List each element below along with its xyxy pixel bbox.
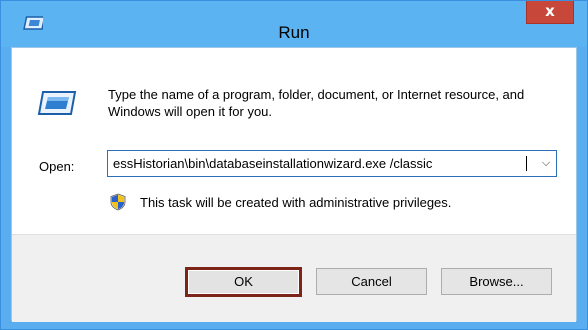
description-text: Type the name of a program, folder, docu… <box>108 87 525 119</box>
window-title: Run <box>278 23 310 42</box>
open-label: Open: <box>39 159 75 174</box>
run-dialog: Run x Type the name of a program, folder… <box>0 0 588 330</box>
admin-privileges-note: This task will be created with administr… <box>140 195 452 210</box>
cancel-button[interactable]: Cancel <box>316 268 427 295</box>
close-button[interactable]: x <box>526 1 574 24</box>
chevron-down-icon[interactable]: ⌵ <box>536 151 556 176</box>
dialog-body: Type the name of a program, folder, docu… <box>11 47 577 322</box>
run-icon <box>37 91 77 115</box>
ok-button[interactable]: OK <box>185 267 302 297</box>
open-input[interactable]: essHistorian\bin\databaseinstallationwiz… <box>113 156 523 171</box>
title-bar[interactable]: Run x <box>1 1 587 47</box>
open-combobox[interactable]: essHistorian\bin\databaseinstallationwiz… <box>107 150 557 177</box>
uac-shield-icon <box>110 193 126 211</box>
browse-button[interactable]: Browse... <box>441 268 552 295</box>
text-caret <box>526 156 527 171</box>
